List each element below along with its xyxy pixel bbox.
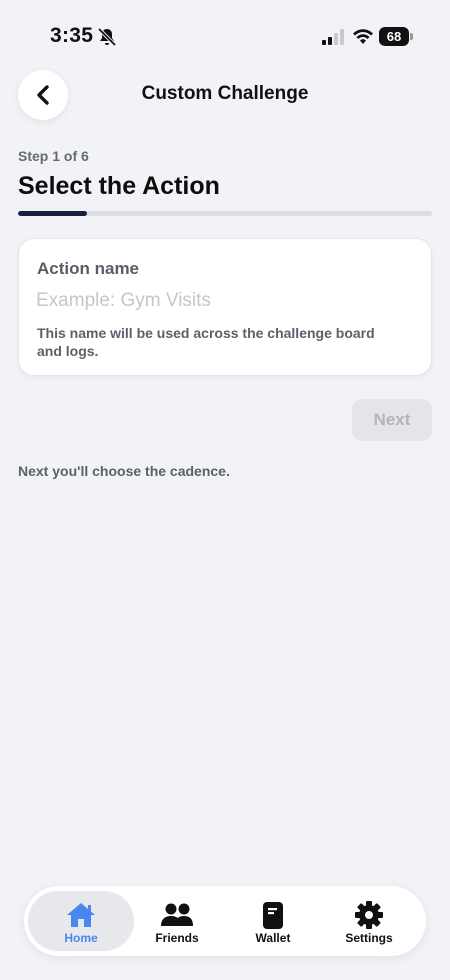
tab-home[interactable]: Home [28, 891, 134, 951]
progress-bar [18, 211, 432, 216]
wifi-icon [353, 29, 373, 44]
signal-icon [322, 29, 344, 45]
step-label: Step 1 of 6 [18, 148, 89, 164]
next-hint: Next you'll choose the cadence. [18, 463, 230, 479]
tab-bar: Home Friends Wallet Settings [24, 886, 426, 956]
home-icon [67, 903, 95, 927]
tab-friends[interactable]: Friends [124, 891, 230, 951]
battery-cap [410, 33, 413, 40]
battery-icon: 68 [379, 27, 413, 46]
action-name-card: Action name This name will be used acros… [18, 238, 432, 376]
tab-label: Friends [155, 931, 199, 945]
field-label: Action name [37, 259, 140, 278]
gear-icon [355, 901, 383, 929]
bell-slash-icon [97, 27, 117, 47]
helper-text: This name will be used across the challe… [37, 325, 375, 359]
tab-label: Wallet [255, 931, 291, 945]
status-time: 3:35 [50, 24, 94, 47]
page-title: Custom Challenge [141, 83, 309, 104]
progress-fill [18, 211, 87, 216]
wallet-icon [263, 902, 283, 929]
action-name-input[interactable] [36, 288, 406, 314]
friends-icon [161, 903, 193, 926]
tab-label: Home [64, 931, 98, 945]
app-screen: 3:35 68 Custom Challenge Step 1 of 6 Sel… [0, 0, 450, 980]
tab-label: Settings [345, 931, 393, 945]
status-bar: 3:35 68 [0, 0, 450, 70]
tab-settings[interactable]: Settings [316, 891, 422, 951]
next-button[interactable]: Next [352, 399, 432, 441]
battery-level: 68 [379, 27, 409, 46]
tab-wallet[interactable]: Wallet [220, 891, 326, 951]
section-title: Select the Action [18, 172, 220, 200]
